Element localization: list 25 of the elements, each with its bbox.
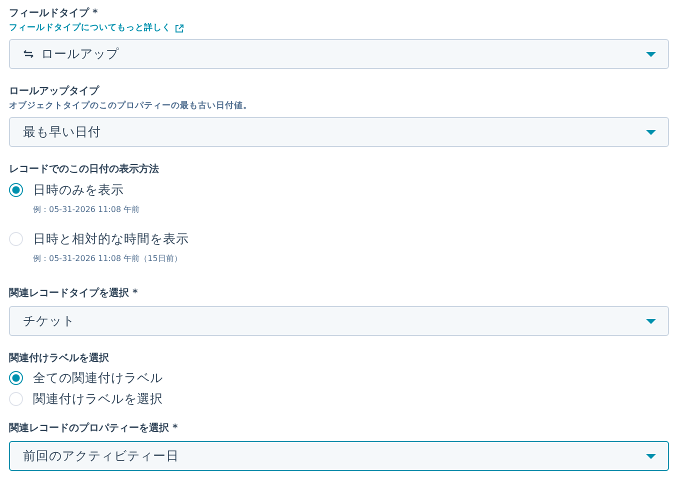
dropdown-select[interactable]: 前回のアクティビティー日 xyxy=(9,441,669,471)
field-label: フィールドタイプ * xyxy=(9,7,98,21)
dropdown-select[interactable]: 最も早い日付 xyxy=(9,117,669,147)
radio-button[interactable] xyxy=(9,183,23,197)
option-label: 全ての関連付けラベル xyxy=(33,369,163,387)
caret-icon xyxy=(646,52,656,56)
learn-more-link[interactable]: フィールドタイプについてもっと詳しく xyxy=(9,22,171,34)
field-label: 関連レコードのプロパティーを選択 * xyxy=(9,422,178,436)
option-label: 日時と相対的な時間を表示 xyxy=(33,230,189,248)
dropdown-select[interactable]: ロールアップ xyxy=(9,39,669,69)
example-text: 例：05-31-2026 11:08 午前（15日前） xyxy=(33,253,183,264)
example-text: 例：05-31-2026 11:08 午前 xyxy=(33,204,140,215)
caret-icon xyxy=(646,454,656,458)
help-text: オブジェクトタイプのこのプロパティーの最も古い日付値。 xyxy=(9,100,252,112)
dropdown-select[interactable]: チケット xyxy=(9,306,669,336)
field-label: ロールアップタイプ xyxy=(9,85,99,99)
option-label: 関連付けラベルを選択 xyxy=(33,390,163,408)
field-label: 関連レコードタイプを選択 * xyxy=(9,287,138,301)
caret-icon xyxy=(646,130,656,134)
option-label: 日時のみを表示 xyxy=(33,181,124,199)
field-label: 関連付けラベルを選択 xyxy=(9,352,109,366)
field-label: レコードでのこの日付の表示方法 xyxy=(9,163,159,177)
external-link-icon xyxy=(175,24,184,32)
radio-button[interactable] xyxy=(9,371,23,385)
caret-icon xyxy=(646,318,656,324)
